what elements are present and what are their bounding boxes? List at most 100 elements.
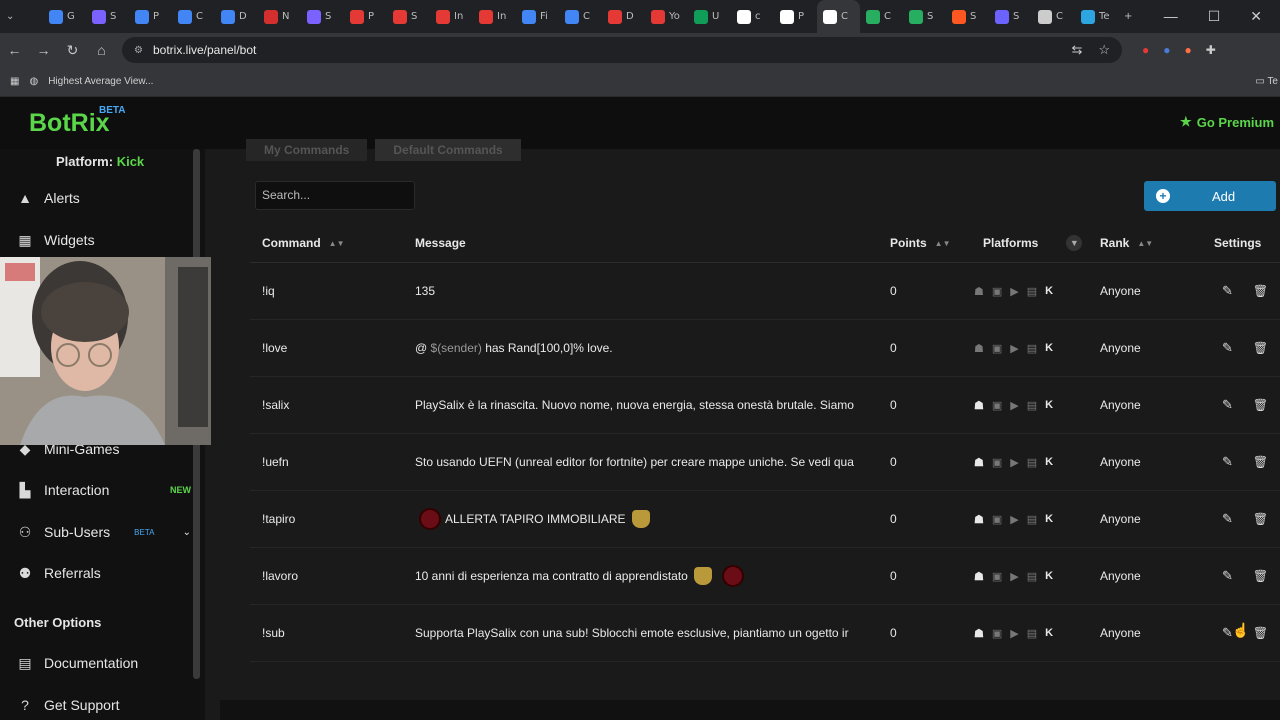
search-input[interactable]: Search... <box>255 181 415 210</box>
tab-menu-button[interactable]: ⌄ <box>0 0 43 33</box>
site-info-icon[interactable]: ⚙ <box>134 45 143 56</box>
twitch-icon[interactable]: ▣ <box>992 627 1002 640</box>
sort-icon[interactable]: ▲▼ <box>1137 239 1153 248</box>
trash-icon[interactable]: 🗑 <box>1253 398 1268 412</box>
edit-icon[interactable]: ✎ <box>1222 511 1233 527</box>
sort-icon[interactable]: ▲▼ <box>935 239 951 248</box>
youtube-icon[interactable]: ▶ <box>1010 570 1018 583</box>
chat-icon[interactable]: ▤ <box>1027 342 1037 355</box>
minimize-icon[interactable]: — <box>1164 8 1178 25</box>
twitch-icon[interactable]: ▣ <box>992 342 1002 355</box>
kick-icon[interactable]: K <box>1045 399 1053 411</box>
back-icon[interactable]: ← <box>0 42 29 58</box>
browser-tab[interactable]: C <box>559 0 602 33</box>
browser-tab[interactable]: S <box>989 0 1032 33</box>
column-points[interactable]: Points ▲▼ <box>890 223 951 263</box>
browser-tab[interactable]: Fi <box>516 0 559 33</box>
new-tab-button[interactable]: + <box>1118 0 1161 33</box>
kick-icon[interactable]: K <box>1045 627 1053 639</box>
home-icon[interactable]: ⌂ <box>87 42 116 58</box>
youtube-icon[interactable]: ▶ <box>1010 456 1018 469</box>
kick-icon[interactable]: K <box>1045 285 1053 297</box>
maximize-icon[interactable]: ☐ <box>1208 8 1221 25</box>
twitch-icon[interactable]: ▣ <box>992 285 1002 298</box>
sidebar-item-alerts[interactable]: ▲ Alerts <box>16 186 191 210</box>
browser-tab[interactable]: P <box>344 0 387 33</box>
sidebar-item-get-support[interactable]: ? Get Support <box>16 693 191 717</box>
puzzle-icon[interactable]: ✚ <box>1206 43 1216 57</box>
trash-icon[interactable]: 🗑 <box>1253 512 1268 526</box>
reload-icon[interactable]: ↻ <box>58 42 87 59</box>
kick-icon[interactable]: K <box>1045 570 1053 582</box>
sidebar-item-sub-users[interactable]: ⚇ Sub-Users BETA ⌄ <box>16 520 191 544</box>
edit-icon[interactable]: ✎ <box>1222 283 1233 299</box>
tab-default-commands[interactable]: Default Commands <box>375 139 521 161</box>
browser-tab[interactable]: G <box>43 0 86 33</box>
forward-icon[interactable]: → <box>29 42 58 58</box>
url-field[interactable]: ⚙ botrix.live/panel/bot ⇆ ☆ <box>122 37 1122 63</box>
twitch-icon[interactable]: ▣ <box>992 399 1002 412</box>
edit-icon[interactable]: ✎ <box>1222 454 1233 470</box>
chat-icon[interactable]: ▤ <box>1027 627 1037 640</box>
go-premium-button[interactable]: ★ Go Premium <box>1180 114 1274 130</box>
browser-tab[interactable]: S <box>903 0 946 33</box>
star-icon[interactable]: ☆ <box>1098 42 1110 58</box>
bot-icon[interactable]: ☗ <box>974 285 984 298</box>
sidebar-item-widgets[interactable]: ▦ Widgets <box>16 228 191 252</box>
bot-icon[interactable]: ☗ <box>974 570 984 583</box>
column-command[interactable]: Command ▲▼ <box>262 223 345 263</box>
youtube-icon[interactable]: ▶ <box>1010 399 1018 412</box>
browser-tab[interactable]: P <box>774 0 817 33</box>
bot-icon[interactable]: ☗ <box>974 342 984 355</box>
browser-tab[interactable]: D <box>602 0 645 33</box>
browser-tab[interactable]: D <box>215 0 258 33</box>
chat-icon[interactable]: ▤ <box>1027 399 1037 412</box>
extension-icon[interactable]: ● <box>1142 43 1149 57</box>
kick-icon[interactable]: K <box>1045 513 1053 525</box>
twitch-icon[interactable]: ▣ <box>992 456 1002 469</box>
chat-icon[interactable]: ▤ <box>1027 570 1037 583</box>
sidebar-item-interaction[interactable]: ▙ Interaction NEW <box>16 478 191 502</box>
browser-tab[interactable]: In <box>473 0 516 33</box>
chat-icon[interactable]: ▤ <box>1027 456 1037 469</box>
twitch-icon[interactable]: ▣ <box>992 513 1002 526</box>
bot-icon[interactable]: ☗ <box>974 513 984 526</box>
logo[interactable]: BotRix BETA <box>29 105 125 138</box>
youtube-icon[interactable]: ▶ <box>1010 513 1018 526</box>
trash-icon[interactable]: 🗑 <box>1253 569 1268 583</box>
browser-tab[interactable]: C <box>860 0 903 33</box>
apps-icon[interactable]: ▦ <box>10 76 19 87</box>
filter-icon[interactable]: ▼ <box>1066 235 1083 251</box>
browser-tab[interactable]: Te <box>1075 0 1118 33</box>
browser-tab[interactable]: P <box>129 0 172 33</box>
browser-tab[interactable]: C <box>172 0 215 33</box>
browser-tab[interactable]: C <box>1032 0 1075 33</box>
twitch-icon[interactable]: ▣ <box>992 570 1002 583</box>
browser-tab[interactable]: S <box>387 0 430 33</box>
browser-tab[interactable]: S <box>86 0 129 33</box>
kick-icon[interactable]: K <box>1045 342 1053 354</box>
youtube-icon[interactable]: ▶ <box>1010 627 1018 640</box>
close-icon[interactable]: ✕ <box>1250 8 1262 25</box>
trash-icon[interactable]: 🗑 <box>1253 341 1268 355</box>
youtube-icon[interactable]: ▶ <box>1010 285 1018 298</box>
browser-tab[interactable]: c <box>731 0 774 33</box>
edit-icon[interactable]: ✎ <box>1222 397 1233 413</box>
sidebar-item-referrals[interactable]: ⚉ Referrals <box>16 561 191 585</box>
browser-tab[interactable]: In <box>430 0 473 33</box>
browser-tab[interactable]: S <box>946 0 989 33</box>
youtube-icon[interactable]: ▶ <box>1010 342 1018 355</box>
translate-icon[interactable]: ⇆ <box>1071 42 1082 58</box>
browser-tab[interactable]: C <box>817 0 860 33</box>
sort-icon[interactable]: ▲▼ <box>329 239 345 248</box>
extension-icon[interactable]: ● <box>1185 43 1192 57</box>
chat-icon[interactable]: ▤ <box>1027 285 1037 298</box>
folder-icon[interactable]: ▭ Te <box>1255 76 1280 87</box>
trash-icon[interactable]: 🗑 <box>1253 284 1268 298</box>
edit-icon[interactable]: ✎ <box>1222 340 1233 356</box>
browser-tab[interactable]: Yo <box>645 0 688 33</box>
bot-icon[interactable]: ☗ <box>974 627 984 640</box>
edit-icon[interactable]: ✎ <box>1222 568 1233 584</box>
browser-tab[interactable]: S <box>301 0 344 33</box>
chevron-down-icon[interactable]: ⌄ <box>183 527 191 538</box>
